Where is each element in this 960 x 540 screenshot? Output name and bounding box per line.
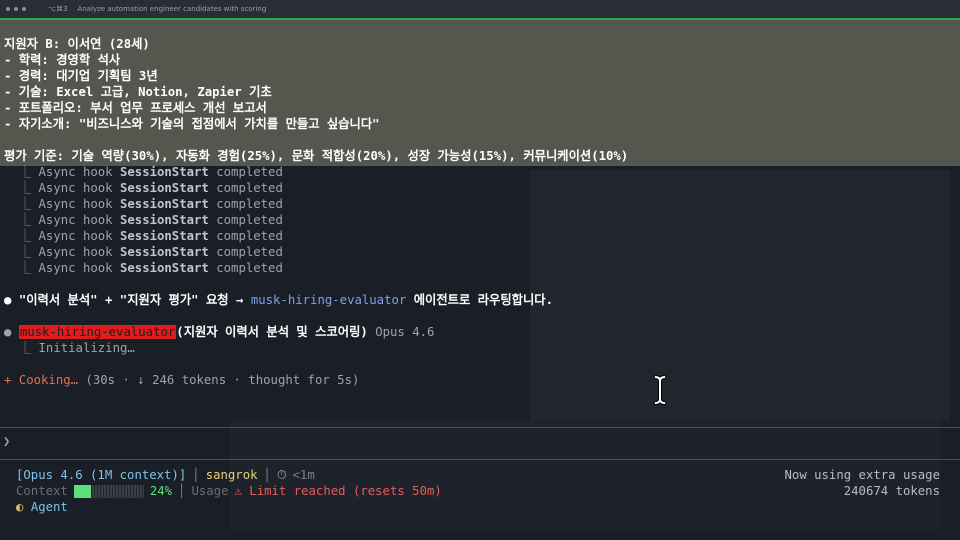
hook-prefix: Async hook — [38, 229, 113, 243]
candidate-detail: - 기술: Excel 고급, Notion, Zapier 기초 — [4, 85, 272, 99]
subagent-status: ⎿ Initializing… — [4, 340, 960, 356]
hook-status: completed — [216, 245, 283, 259]
hook-log-line: ⎿ Async hook SessionStart completed — [4, 196, 960, 212]
window-title: Analyze automation engineer candidates w… — [77, 5, 267, 13]
tree-branch-icon: ⎿ — [18, 165, 32, 179]
candidate-detail: - 학력: 경영학 석사 — [4, 53, 121, 67]
session-duration: <1m — [292, 468, 315, 482]
hook-log-line: ⎿ Async hook SessionStart completed — [4, 244, 960, 260]
tree-branch-icon: ⎿ — [18, 181, 32, 195]
subagent-task-description: (지원자 이력서 분석 및 스코어링) — [176, 325, 368, 339]
extra-usage-status: Now using extra usage 240674 tokens — [785, 467, 940, 499]
window-titlebar: ⌥⌘3 Analyze automation engineer candidat… — [0, 0, 960, 19]
candidate-header: 지원자 B: 이서연 (28세) — [4, 37, 150, 51]
hook-event: SessionStart — [119, 165, 209, 179]
window-controls[interactable] — [6, 7, 26, 11]
hook-status: completed — [216, 165, 283, 179]
hook-log-line: ⎿ Async hook SessionStart completed — [4, 180, 960, 196]
context-label: Context — [16, 484, 68, 498]
status-bar: [Opus 4.6 (1M context)] │ sangrok │ ⏱ <1m Con… — [16, 468, 442, 515]
context-usage-bar — [73, 484, 144, 498]
hook-event: SessionStart — [119, 197, 209, 211]
candidate-detail: - 경력: 대기업 기획팀 3년 — [4, 69, 158, 83]
cooking-word: Cooking… — [18, 373, 79, 387]
evaluation-criteria: 평가 기준: 기술 역량(30%), 자동화 경험(25%), 문화 적합성(2… — [4, 149, 629, 163]
hook-status: completed — [216, 213, 283, 227]
tree-branch-icon: ⎿ — [18, 197, 32, 211]
context-percent: 24% — [149, 484, 173, 498]
subagent-model: Opus 4.6 — [375, 325, 435, 339]
hook-event: SessionStart — [119, 261, 209, 275]
token-count: 240674 tokens — [843, 484, 940, 498]
close-dot-icon[interactable] — [6, 7, 10, 11]
hook-log-line: ⎿ Async hook SessionStart completed — [4, 164, 960, 180]
hook-event: SessionStart — [119, 229, 209, 243]
agent-mode-label[interactable]: Agent — [31, 499, 68, 515]
username: sangrok — [205, 468, 258, 482]
hook-log-line: ⎿ Async hook SessionStart completed — [4, 260, 960, 276]
hook-prefix: Async hook — [38, 197, 113, 211]
tree-branch-icon: ⎿ — [18, 341, 32, 355]
hook-log: ⎿ Async hook SessionStart completed ⎿ As… — [4, 164, 960, 276]
hook-log-line: ⎿ Async hook SessionStart completed — [4, 228, 960, 244]
bullet-icon: ● — [4, 293, 12, 307]
input-top-border — [0, 427, 960, 428]
routing-agent-name: musk-hiring-evaluator — [250, 293, 407, 307]
terminal-output: 지원자 B: 이서연 (28세) - 학력: 경영학 석사 - 경력: 대기업 … — [4, 36, 960, 388]
tab-shortcut: ⌥⌘3 — [48, 5, 68, 13]
hook-event: SessionStart — [119, 245, 209, 259]
hook-event: SessionStart — [119, 181, 209, 195]
clock-icon: ⏱ — [276, 468, 287, 482]
routing-message: ● "이력서 분석" + "지원자 평가" 요청 → musk-hiring-e… — [4, 292, 960, 308]
hook-status: completed — [216, 261, 283, 275]
text-cursor-icon — [654, 375, 666, 405]
zoom-dot-icon[interactable] — [22, 7, 26, 11]
prompt-input[interactable]: ❯ — [3, 434, 10, 448]
hook-prefix: Async hook — [38, 165, 113, 179]
hook-status: completed — [216, 197, 283, 211]
minimize-dot-icon[interactable] — [14, 7, 18, 11]
tree-branch-icon: ⎿ — [18, 213, 32, 227]
routing-suffix: 에이전트로 라우팅합니다. — [413, 293, 553, 307]
cooking-meta: (30s · ↓ 246 tokens · thought for 5s) — [85, 373, 360, 387]
tree-branch-icon: ⎿ — [18, 229, 32, 243]
subagent-task: ● musk-hiring-evaluator(지원자 이력서 분석 및 스코어… — [4, 324, 960, 340]
tree-branch-icon: ⎿ — [18, 261, 32, 275]
context-usage-fill — [73, 484, 91, 498]
hook-log-line: ⎿ Async hook SessionStart completed — [4, 212, 960, 228]
subagent-name[interactable]: musk-hiring-evaluator — [18, 325, 177, 339]
hook-prefix: Async hook — [38, 181, 113, 195]
candidate-detail: - 자기소개: "비즈니스와 기술의 접점에서 가치를 만들고 싶습니다" — [4, 117, 380, 131]
warning-icon: ⚠ — [234, 484, 242, 498]
extra-usage-notice: Now using extra usage — [784, 468, 940, 482]
hook-prefix: Async hook — [38, 261, 113, 275]
spinner-icon: + — [4, 373, 12, 387]
hook-prefix: Async hook — [38, 213, 113, 227]
subagent-status-text: Initializing… — [38, 341, 135, 355]
bullet-icon: ● — [4, 325, 12, 339]
agent-mode-icon: ◐ — [16, 500, 24, 514]
cooking-status: + Cooking… (30s · ↓ 246 tokens · thought… — [4, 372, 960, 388]
model-indicator: [Opus 4.6 (1M context)] — [16, 468, 187, 482]
hook-event: SessionStart — [119, 213, 209, 227]
usage-label: Usage — [191, 484, 229, 498]
hook-status: completed — [216, 229, 283, 243]
input-bottom-border — [0, 459, 960, 460]
routing-prefix: "이력서 분석" + "지원자 평가" 요청 → — [18, 293, 244, 307]
usage-limit-text: Limit reached (resets 50m) — [249, 484, 442, 498]
hook-status: completed — [216, 181, 283, 195]
candidate-detail: - 포트폴리오: 부서 업무 프로세스 개선 보고서 — [4, 101, 267, 115]
prompt-chevron-icon: ❯ — [3, 434, 11, 448]
hook-prefix: Async hook — [38, 245, 113, 259]
tree-branch-icon: ⎿ — [18, 245, 32, 259]
